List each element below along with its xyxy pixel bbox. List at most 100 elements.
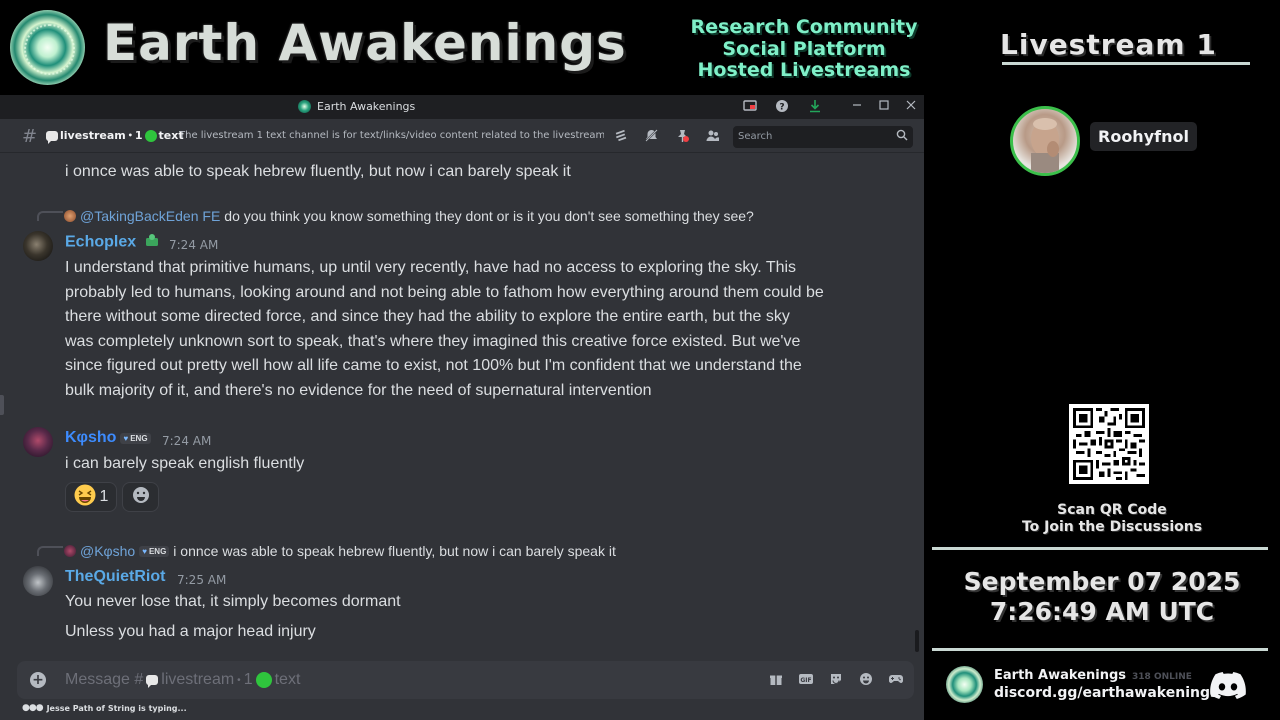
qr-caption-line: To Join the Discussions bbox=[1021, 519, 1203, 535]
reply-text: do you think you know something they don… bbox=[224, 208, 754, 224]
grinning-squinting-face-icon bbox=[74, 484, 96, 510]
banner-title: Earth Awakenings bbox=[103, 14, 627, 72]
reply-preview[interactable]: @TakingBackEden FE do you think you know… bbox=[64, 208, 754, 224]
timestamp: 7:25 AM bbox=[177, 573, 227, 587]
scrollbar-thumb[interactable] bbox=[915, 630, 919, 652]
badge-text: ENG bbox=[130, 433, 148, 443]
livestream-title: Livestream 1 bbox=[1000, 28, 1217, 61]
typing-text: Jesse Path of String is typing... bbox=[46, 703, 187, 713]
green-circle-icon bbox=[144, 129, 157, 142]
emoji-icon[interactable] bbox=[858, 672, 874, 688]
heart-icon: ♥ bbox=[142, 546, 147, 556]
qr-caption: Scan QR Code To Join the Discussions bbox=[984, 502, 1240, 536]
invite-link: discord.gg/earthawakenings bbox=[994, 685, 1219, 701]
reply-preview[interactable]: @Kφsho ♥ ENG i onnce was able to speak h… bbox=[64, 543, 616, 559]
datetime-display: September 07 2025 7:26:49 AM UTC bbox=[924, 567, 1280, 627]
svg-text:GIF: GIF bbox=[800, 677, 811, 684]
mute-notifications-icon[interactable] bbox=[643, 128, 659, 144]
placeholder-number: 1 bbox=[243, 671, 253, 688]
username-text[interactable]: Kφsho bbox=[65, 429, 116, 447]
banner-taglines: Research Community Social Platform Hoste… bbox=[675, 16, 933, 82]
reply-avatar bbox=[64, 545, 76, 557]
reply-avatar bbox=[64, 210, 76, 222]
channel-name-separator: • bbox=[127, 131, 133, 140]
role-icon bbox=[145, 233, 159, 252]
avatar[interactable] bbox=[23, 231, 53, 261]
add-reaction-button[interactable] bbox=[122, 482, 159, 512]
maximize-icon[interactable] bbox=[876, 99, 892, 115]
gift-icon[interactable] bbox=[768, 672, 784, 688]
tagline: Social Platform bbox=[722, 37, 886, 60]
badge-text: ENG bbox=[148, 546, 167, 556]
activities-icon[interactable] bbox=[888, 672, 904, 688]
message-line: was completely unknown sort to speak, th… bbox=[65, 332, 801, 350]
message-text: I understand that primitive humans, up u… bbox=[65, 256, 824, 404]
typing-indicator: ●●● Jesse Path of String is typing... bbox=[22, 703, 187, 713]
host-name: Roohyfnol bbox=[1090, 122, 1197, 151]
earth-awakenings-logo bbox=[10, 10, 85, 85]
qr-caption-line: Scan QR Code bbox=[1057, 502, 1167, 518]
message-line: since figured out pretty well how all li… bbox=[65, 357, 802, 375]
members-icon[interactable] bbox=[704, 128, 720, 144]
message-line: I understand that primitive humans, up u… bbox=[65, 259, 797, 276]
channel-name-number: 1 bbox=[134, 129, 143, 142]
add-reaction-icon bbox=[132, 486, 150, 508]
message-line: bulk majority of it, and there's no evid… bbox=[65, 381, 652, 399]
download-icon[interactable] bbox=[807, 99, 823, 115]
reply-connector bbox=[37, 546, 63, 556]
window-title: Earth Awakenings bbox=[298, 100, 415, 113]
timestamp: 7:24 AM bbox=[162, 434, 212, 448]
speech-bubble-icon bbox=[146, 675, 159, 688]
message-line: there without some directed force, and s… bbox=[65, 308, 790, 326]
message-placeholder: Message # livestream • 1 text bbox=[65, 671, 300, 689]
username-text[interactable]: Echoplex bbox=[65, 234, 136, 251]
gif-icon[interactable]: GIF bbox=[798, 672, 814, 688]
reaction-laugh[interactable]: 1 bbox=[65, 482, 117, 512]
hash-icon: # bbox=[22, 126, 38, 147]
help-icon[interactable]: ? bbox=[774, 99, 790, 115]
channel-name[interactable]: livestream • 1 text bbox=[46, 129, 184, 144]
server-indicator bbox=[0, 395, 4, 415]
username-thequietriot[interactable]: TheQuietRiot bbox=[65, 568, 165, 586]
avatar[interactable] bbox=[23, 427, 53, 457]
server-name-text: Earth Awakenings bbox=[994, 668, 1127, 683]
divider bbox=[932, 648, 1268, 651]
language-badge: ♥ ENG bbox=[120, 432, 151, 444]
date-text: September 07 2025 bbox=[963, 567, 1241, 596]
avatar[interactable] bbox=[23, 566, 53, 596]
discord-window: Earth Awakenings ? # livestream • 1 text bbox=[0, 95, 924, 720]
message-line: probably led to humans, looking around a… bbox=[65, 283, 824, 301]
screen-share-icon[interactable] bbox=[742, 99, 758, 115]
reply-text: i onnce was able to speak hebrew fluentl… bbox=[173, 543, 616, 559]
heart-icon: ♥ bbox=[123, 433, 129, 443]
title-underline bbox=[1002, 62, 1250, 65]
stream-banner: Earth Awakenings Research Community Soci… bbox=[0, 0, 930, 95]
close-icon[interactable] bbox=[903, 99, 919, 115]
pin-icon[interactable] bbox=[674, 128, 690, 144]
timestamp: 7:24 AM bbox=[169, 238, 219, 252]
discord-logo-icon bbox=[1210, 672, 1246, 700]
minimize-icon[interactable] bbox=[849, 99, 865, 115]
message-text: You never lose that, it simply becomes d… bbox=[65, 593, 401, 610]
search-input[interactable]: Search bbox=[733, 126, 913, 148]
add-attachment-icon[interactable]: + bbox=[30, 672, 46, 688]
time-text: 7:26:49 AM UTC bbox=[989, 597, 1215, 626]
channel-topic[interactable]: The livestream 1 text channel is for tex… bbox=[179, 130, 604, 141]
message-text: i onnce was able to speak hebrew fluentl… bbox=[65, 163, 571, 180]
stream-sidebar: Livestream 1 Roohyfnol Scan QR Code To J… bbox=[924, 0, 1280, 720]
message-input[interactable]: + Message # livestream • 1 text GIF bbox=[17, 661, 914, 699]
username-kosho[interactable]: Kφsho ♥ ENG bbox=[65, 429, 151, 447]
reaction-count: 1 bbox=[99, 488, 109, 505]
server-icon bbox=[298, 100, 311, 113]
search-icon bbox=[896, 129, 908, 144]
threads-icon[interactable] bbox=[613, 128, 629, 144]
reply-mention[interactable]: @TakingBackEden FE bbox=[80, 208, 220, 224]
placeholder-prefix: Message # bbox=[65, 671, 144, 688]
speech-bubble-icon bbox=[46, 130, 58, 144]
username-echoplex[interactable]: Echoplex bbox=[65, 233, 159, 252]
reply-mention[interactable]: @Kφsho bbox=[80, 543, 135, 559]
server-name: Earth Awakenings 318 ONLINE bbox=[994, 668, 1192, 683]
green-circle-icon bbox=[255, 672, 272, 688]
sticker-icon[interactable] bbox=[828, 672, 844, 688]
host-avatar bbox=[1010, 106, 1080, 176]
